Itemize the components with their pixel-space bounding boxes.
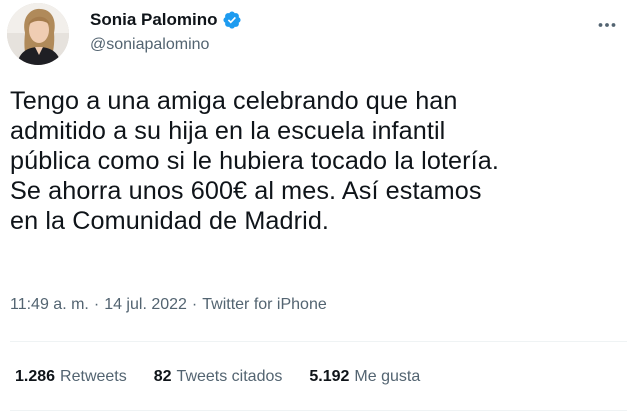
meta-separator: · bbox=[191, 296, 198, 313]
author-block: Sonia Palomino @soniapalomino bbox=[90, 9, 242, 54]
tweet-date[interactable]: 14 jul. 2022 bbox=[104, 296, 187, 314]
tweet-source[interactable]: Twitter for iPhone bbox=[202, 296, 327, 314]
likes-stat[interactable]: 5.192 Me gusta bbox=[309, 368, 420, 386]
more-options-icon[interactable] bbox=[595, 15, 619, 35]
display-name[interactable]: Sonia Palomino bbox=[90, 10, 218, 30]
verified-badge-icon bbox=[222, 10, 242, 30]
tweet-text: Tengo a una amiga celebrando que han adm… bbox=[10, 87, 499, 235]
quote-tweets-label: Tweets citados bbox=[176, 368, 283, 385]
user-handle[interactable]: @soniapalomino bbox=[90, 36, 242, 54]
quote-tweets-count: 82 bbox=[153, 368, 172, 385]
retweets-stat[interactable]: 1.286 Retweets bbox=[15, 368, 127, 386]
likes-count: 5.192 bbox=[309, 368, 350, 385]
tweet-time[interactable]: 11:49 a. m. bbox=[10, 296, 89, 314]
avatar[interactable] bbox=[7, 3, 69, 65]
divider bbox=[10, 410, 627, 411]
tweet-stats: 1.286 Retweets 82 Tweets citados 5.192 M… bbox=[15, 368, 447, 386]
profile-photo-icon bbox=[7, 3, 69, 65]
tweet-metadata: 11:49 a. m. · 14 jul. 2022 · Twitter for… bbox=[10, 296, 327, 314]
tweet-header: Sonia Palomino @soniapalomino bbox=[7, 3, 627, 67]
quote-tweets-stat[interactable]: 82 Tweets citados bbox=[154, 368, 283, 386]
tweet-card: Sonia Palomino @soniapalomino Tengo a un… bbox=[0, 0, 627, 417]
likes-label: Me gusta bbox=[354, 368, 421, 385]
retweets-count: 1.286 bbox=[15, 368, 56, 385]
divider bbox=[10, 341, 627, 342]
display-name-row: Sonia Palomino bbox=[90, 9, 242, 31]
retweets-label: Retweets bbox=[60, 368, 127, 385]
meta-separator: · bbox=[93, 296, 100, 313]
